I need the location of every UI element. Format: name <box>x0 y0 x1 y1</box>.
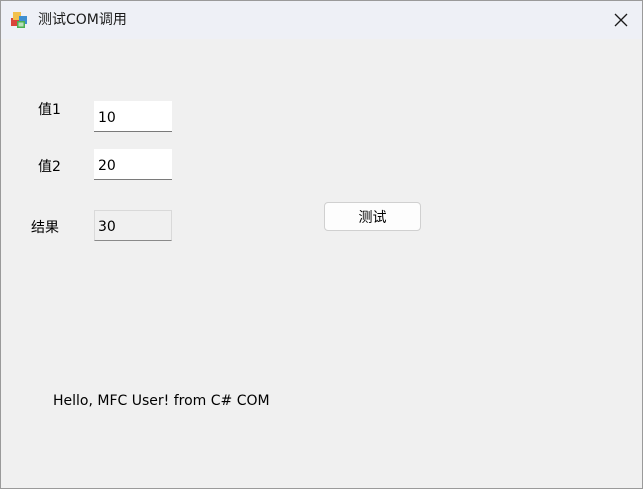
close-button[interactable] <box>599 1 642 39</box>
value2-input[interactable] <box>94 149 172 180</box>
value1-label: 值1 <box>38 102 61 118</box>
close-icon <box>614 13 628 27</box>
title-bar[interactable]: 测试COM调用 <box>1 1 642 39</box>
dialog-window: 测试COM调用 值1 值2 结果 测试 Hello, MFC User! fro… <box>0 0 643 489</box>
result-label: 结果 <box>31 220 59 236</box>
value1-input[interactable] <box>94 101 172 132</box>
value2-label: 值2 <box>38 159 61 175</box>
dialog-client-area: 值1 值2 结果 测试 Hello, MFC User! from C# COM <box>1 39 642 488</box>
window-title: 测试COM调用 <box>38 12 127 28</box>
result-field <box>94 210 172 241</box>
test-button[interactable]: 测试 <box>324 202 421 231</box>
app-icon <box>10 10 30 30</box>
com-message-text: Hello, MFC User! from C# COM <box>53 393 270 409</box>
